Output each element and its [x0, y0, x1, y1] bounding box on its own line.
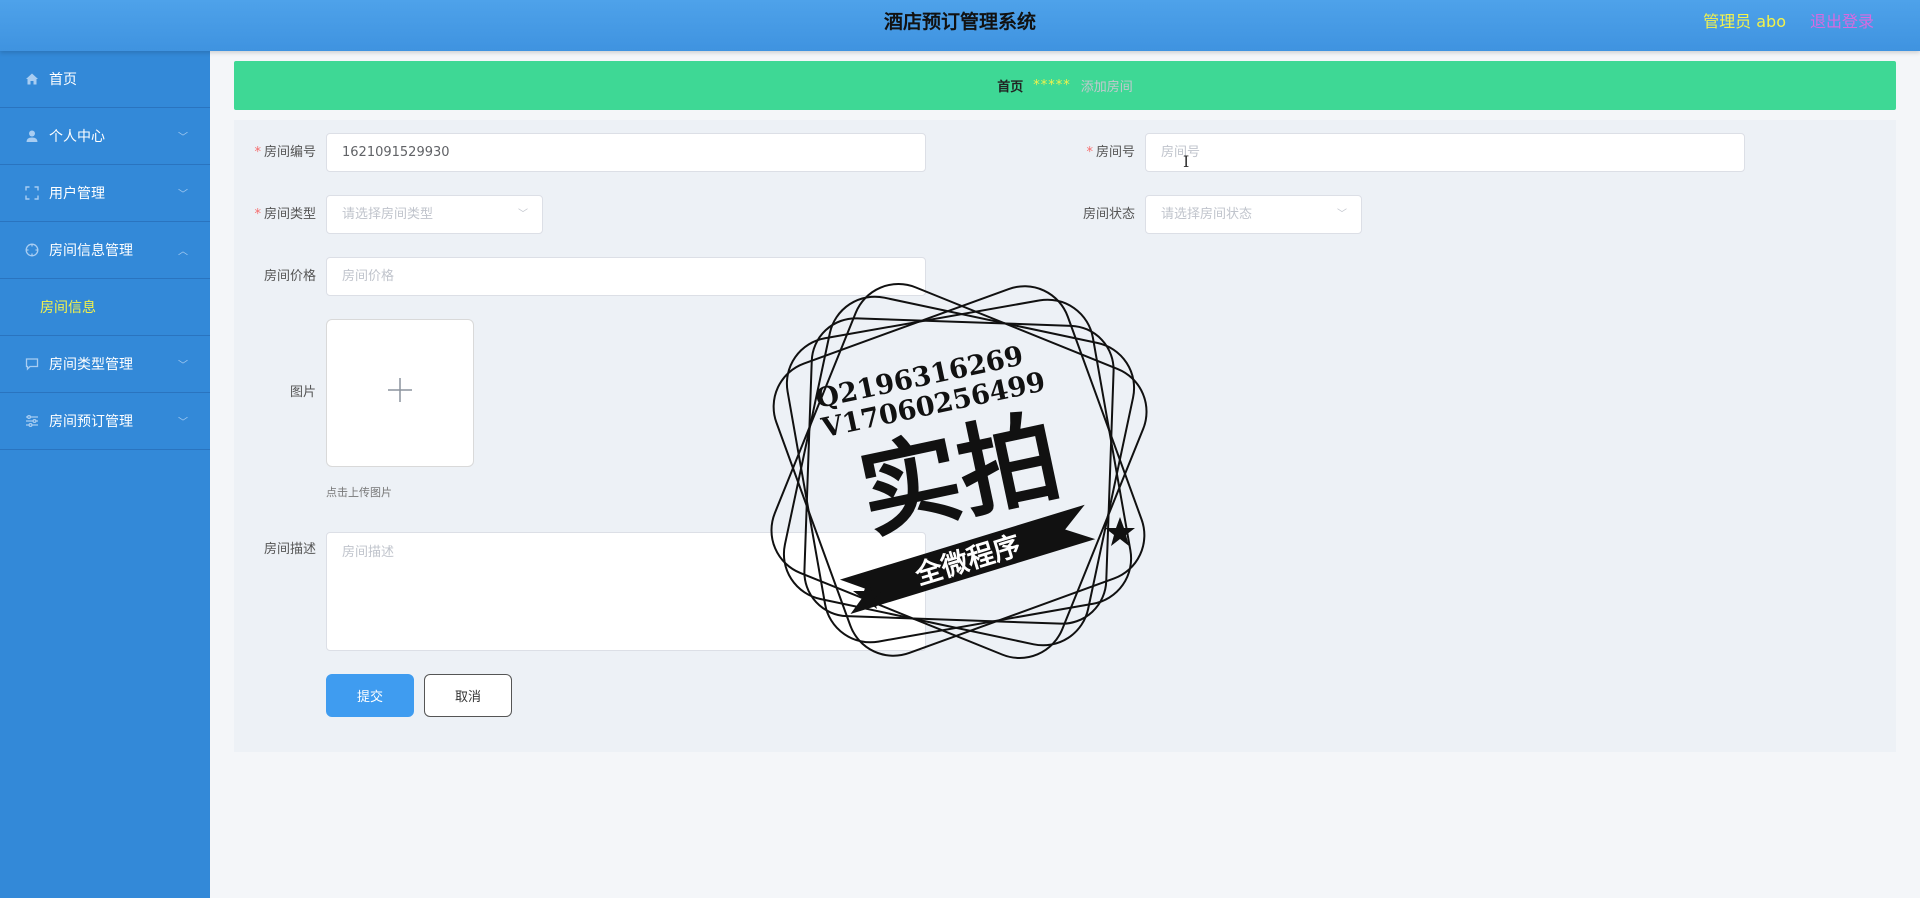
user-icon	[24, 128, 40, 144]
room-number-label: * 房间号	[1086, 145, 1135, 160]
sidebar-item-label: 个人中心	[49, 129, 105, 145]
sidebar-item-personal-center[interactable]: 个人中心 ﹀	[0, 108, 210, 165]
compass-icon	[24, 242, 40, 258]
sidebar-item-user-management[interactable]: 用户管理 ﹀	[0, 165, 210, 222]
room-status-placeholder: 请选择房间状态	[1161, 207, 1253, 222]
chevron-down-icon: ﹀	[1337, 209, 1347, 220]
sidebar-item-room-info-management[interactable]: 房间信息管理 ︿	[0, 222, 210, 279]
sliders-icon	[24, 413, 40, 429]
sidebar-item-label: 房间信息管理	[49, 243, 133, 259]
image-upload-button[interactable]	[326, 319, 474, 467]
sidebar: 首页 个人中心 ﹀ 用户管理 ﹀ 房间信息管理 ︿ 房间信息 房间类型管理 ﹀ …	[0, 51, 210, 898]
home-icon	[24, 71, 40, 87]
chevron-down-icon: ﹀	[178, 360, 188, 372]
chevron-down-icon: ﹀	[178, 189, 188, 201]
plus-icon	[387, 376, 413, 411]
required-asterisk: *	[254, 145, 261, 160]
admin-user-label: 管理员 abo	[1703, 12, 1786, 31]
room-status-label: 房间状态	[1082, 207, 1135, 222]
upload-hint: 点击上传图片	[326, 486, 392, 499]
cancel-button[interactable]: 取消	[424, 674, 512, 717]
app-title: 酒店预订管理系统	[883, 11, 1036, 33]
text-cursor-icon: I	[1183, 152, 1190, 171]
sidebar-item-label: 房间预订管理	[49, 414, 133, 430]
breadcrumb: 首页 ***** 添加房间	[234, 61, 1896, 110]
chevron-down-icon: ﹀	[178, 417, 188, 429]
room-type-select[interactable]: 请选择房间类型 ﹀	[326, 195, 543, 234]
room-type-label: * 房间类型	[254, 207, 316, 222]
room-number-input[interactable]: 房间号	[1145, 133, 1745, 172]
room-description-label: 房间描述	[263, 542, 316, 557]
star-icon	[1105, 517, 1135, 546]
chat-icon	[24, 356, 40, 372]
room-code-label: * 房间编号	[254, 145, 316, 160]
top-header: 酒店预订管理系统 管理员 abo 退出登录	[0, 0, 1920, 51]
sidebar-item-home[interactable]: 首页	[0, 51, 210, 108]
sidebar-item-room-booking-management[interactable]: 房间预订管理 ﹀	[0, 393, 210, 450]
room-status-select[interactable]: 请选择房间状态 ﹀	[1145, 195, 1362, 234]
sidebar-item-label: 房间类型管理	[49, 357, 133, 373]
logout-link[interactable]: 退出登录	[1810, 0, 1874, 43]
room-code-input[interactable]: 1621091529930	[326, 133, 926, 172]
watermark-stamp: Q2196316269 V17060256499 实拍 全微程序	[770, 283, 1148, 659]
chevron-down-icon: ﹀	[178, 132, 188, 144]
chevron-up-icon: ︿	[178, 246, 188, 258]
breadcrumb-separator: *****	[1033, 78, 1071, 93]
sidebar-item-label: 用户管理	[49, 186, 105, 202]
room-price-label: 房间价格	[263, 269, 316, 284]
required-asterisk: *	[254, 207, 261, 222]
image-label: 图片	[289, 385, 316, 400]
sidebar-subitem-room-info[interactable]: 房间信息	[0, 279, 210, 336]
fullscreen-icon	[24, 185, 40, 201]
required-asterisk: *	[1086, 145, 1093, 160]
submit-button[interactable]: 提交	[326, 674, 414, 717]
sidebar-item-label: 首页	[49, 72, 77, 88]
breadcrumb-home[interactable]: 首页	[997, 76, 1023, 95]
sidebar-item-room-type-management[interactable]: 房间类型管理 ﹀	[0, 336, 210, 393]
breadcrumb-current: 添加房间	[1080, 80, 1133, 95]
room-type-placeholder: 请选择房间类型	[342, 207, 434, 222]
chevron-down-icon: ﹀	[518, 209, 528, 220]
